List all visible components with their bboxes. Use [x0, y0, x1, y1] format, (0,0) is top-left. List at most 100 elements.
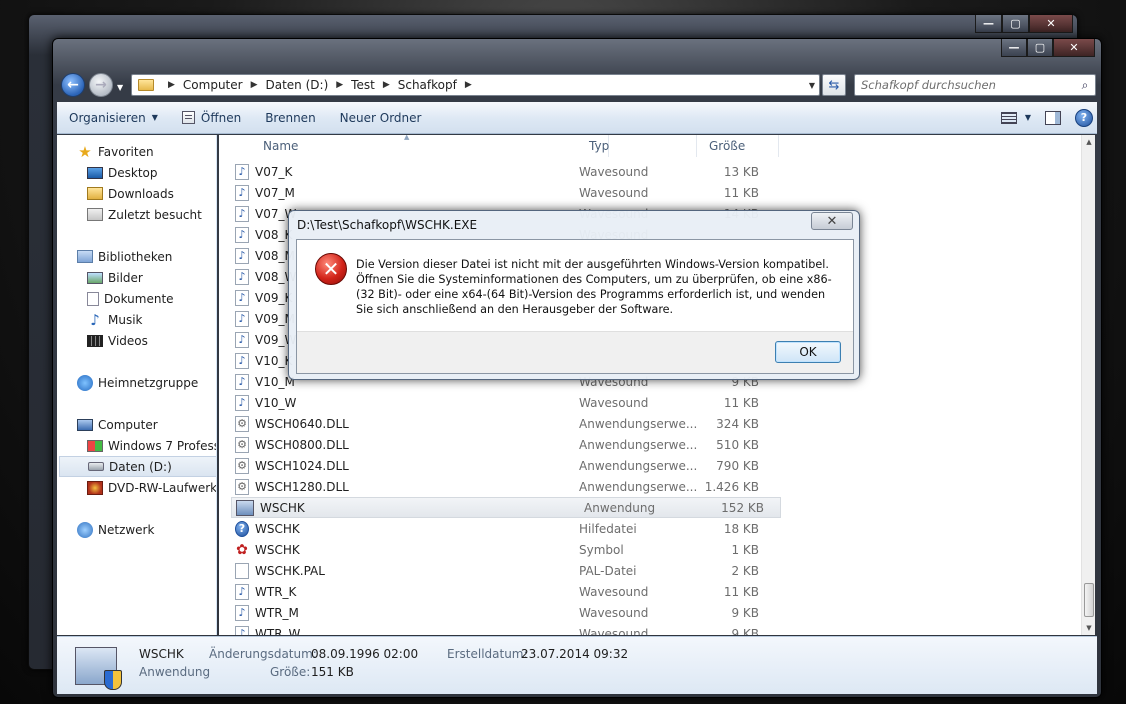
- scroll-down-icon[interactable]: ▼: [1082, 621, 1095, 635]
- application-large-icon: [75, 647, 122, 690]
- preview-pane-icon[interactable]: [1045, 110, 1061, 125]
- nav-label: Windows 7 Professio: [108, 438, 216, 453]
- column-header-name[interactable]: Name: [253, 135, 609, 157]
- music-file-icon: ♪: [235, 184, 249, 201]
- file-type: Wavesound: [579, 626, 649, 636]
- scroll-up-icon[interactable]: ▲: [1082, 135, 1095, 149]
- nav-documents[interactable]: Dokumente: [87, 288, 216, 309]
- file-row[interactable]: ♪ WTR_K Wavesound 11 KB: [231, 581, 781, 602]
- breadcrumb-data-drive[interactable]: Daten (D:): [266, 78, 329, 92]
- scrollbar-thumb[interactable]: [1084, 583, 1094, 617]
- file-size: 1.426 KB: [704, 479, 759, 494]
- chevron-right-icon[interactable]: ▶: [168, 80, 175, 90]
- nav-libraries[interactable]: Bibliotheken: [77, 246, 216, 267]
- breadcrumb-test[interactable]: Test: [351, 78, 375, 92]
- back-maximize-button[interactable]: ▢: [1002, 15, 1029, 33]
- nav-computer[interactable]: Computer: [77, 414, 216, 435]
- music-file-icon: ♪: [235, 205, 249, 222]
- close-button[interactable]: ✕: [1053, 39, 1095, 57]
- address-bar[interactable]: ▶ Computer ▶ Daten (D:) ▶ Test ▶ Schafko…: [131, 74, 820, 96]
- back-button[interactable]: ←: [61, 73, 85, 97]
- downloads-folder-icon: [87, 187, 103, 200]
- view-options-icon[interactable]: [1000, 111, 1017, 124]
- nav-desktop[interactable]: Desktop: [87, 162, 216, 183]
- nav-videos[interactable]: Videos: [87, 330, 216, 351]
- file-name: V10_W: [255, 395, 297, 410]
- chevron-right-icon[interactable]: ▶: [383, 80, 390, 90]
- refresh-button[interactable]: ⇆: [822, 74, 846, 96]
- minimize-button[interactable]: —: [1001, 39, 1027, 57]
- nav-label: Netzwerk: [98, 522, 155, 537]
- nav-downloads[interactable]: Downloads: [87, 183, 216, 204]
- file-row[interactable]: ⚙ WSCH0640.DLL Anwendungserwe... 324 KB: [231, 413, 781, 434]
- column-label: Name: [263, 139, 299, 153]
- ok-button[interactable]: OK: [775, 341, 841, 363]
- vertical-scrollbar[interactable]: ▲ ▼: [1081, 135, 1095, 635]
- chevron-down-icon[interactable]: ▼: [1025, 113, 1031, 122]
- chevron-right-icon[interactable]: ▶: [465, 80, 472, 90]
- burn-button[interactable]: Brennen: [253, 102, 327, 133]
- file-name: V07_K: [255, 164, 293, 179]
- back-close-button[interactable]: ✕: [1029, 15, 1073, 33]
- file-name: WSCHK: [255, 521, 300, 536]
- nav-label: Bilder: [108, 270, 143, 285]
- chevron-right-icon[interactable]: ▶: [251, 80, 258, 90]
- nav-recent[interactable]: Zuletzt besucht: [87, 204, 216, 225]
- file-row[interactable]: ⚙ WSCH0800.DLL Anwendungserwe... 510 KB: [231, 434, 781, 455]
- dialog-message: Die Version dieser Datei ist nicht mit d…: [356, 258, 832, 316]
- file-row[interactable]: WSCHK Anwendung 152 KB: [231, 497, 781, 518]
- nav-favorites[interactable]: ★ Favoriten: [77, 141, 216, 162]
- address-dropdown-icon[interactable]: ▼: [809, 81, 815, 90]
- file-size: 11 KB: [723, 395, 759, 410]
- details-created-label: Erstelldatum:: [447, 647, 528, 661]
- breadcrumb-computer[interactable]: Computer: [183, 78, 243, 92]
- file-size: 510 KB: [716, 437, 759, 452]
- file-row[interactable]: WSCHK.PAL PAL-Datei 2 KB: [231, 560, 781, 581]
- help-icon[interactable]: ?: [1075, 108, 1093, 127]
- file-row[interactable]: ♪ V10_W Wavesound 11 KB: [231, 392, 781, 413]
- nav-network[interactable]: Netzwerk: [77, 519, 216, 540]
- dialog-button-bar: OK: [297, 331, 853, 373]
- file-row[interactable]: ♪ V07_K Wavesound 13 KB: [231, 161, 781, 182]
- file-size: 11 KB: [723, 185, 759, 200]
- column-header-type[interactable]: Typ: [579, 135, 697, 157]
- dvd-drive-icon: [87, 480, 103, 495]
- details-created-value: 23.07.2014 09:32: [521, 647, 629, 661]
- breadcrumb-schafkopf[interactable]: Schafkopf: [398, 78, 457, 92]
- nav-data-drive[interactable]: Daten (D:): [59, 456, 216, 477]
- windows-drive-icon: [87, 439, 103, 452]
- file-row[interactable]: ? WSCHK Hilfedatei 18 KB: [231, 518, 781, 539]
- search-icon[interactable]: ⌕: [1075, 78, 1095, 93]
- nav-dvd-drive[interactable]: DVD-RW-Laufwerk (: [87, 477, 216, 498]
- chevron-right-icon[interactable]: ▶: [336, 80, 343, 90]
- dialog-close-button[interactable]: ✕: [811, 212, 853, 230]
- organize-button[interactable]: Organisieren ▼: [57, 102, 170, 133]
- details-modified-value: 08.09.1996 02:00: [311, 647, 419, 661]
- desktop-icon: [87, 166, 103, 179]
- column-header-size[interactable]: Größe: [699, 135, 779, 157]
- nav-homegroup[interactable]: Heimnetzgruppe: [77, 372, 216, 393]
- forward-button[interactable]: →: [89, 73, 113, 97]
- search-box[interactable]: ⌕: [854, 74, 1096, 96]
- file-row[interactable]: ♪ V07_M Wavesound 11 KB: [231, 182, 781, 203]
- file-row[interactable]: ♪ WTR_W Wavesound 9 KB: [231, 623, 781, 635]
- file-row[interactable]: ✿ WSCHK Symbol 1 KB: [231, 539, 781, 560]
- nav-pictures[interactable]: Bilder: [87, 267, 216, 288]
- search-input[interactable]: [861, 78, 1075, 92]
- file-row[interactable]: ⚙ WSCH1280.DLL Anwendungserwe... 1.426 KB: [231, 476, 781, 497]
- dll-file-icon: ⚙: [235, 478, 249, 495]
- new-folder-button[interactable]: Neuer Ordner: [328, 102, 434, 133]
- file-row[interactable]: ⚙ WSCH1024.DLL Anwendungserwe... 790 KB: [231, 455, 781, 476]
- arrow-right-icon: →: [95, 77, 107, 93]
- pictures-icon: [87, 271, 103, 284]
- open-button[interactable]: Öffnen: [170, 102, 253, 133]
- recent-pages-dropdown[interactable]: ▼: [117, 83, 123, 92]
- nav-label: Videos: [108, 333, 148, 348]
- maximize-button[interactable]: ▢: [1027, 39, 1053, 57]
- file-size: 2 KB: [731, 563, 759, 578]
- file-row[interactable]: ♪ WTR_M Wavesound 9 KB: [231, 602, 781, 623]
- nav-windows7-drive[interactable]: Windows 7 Professio: [87, 435, 216, 456]
- back-minimize-button[interactable]: —: [975, 15, 1002, 33]
- details-file-name: WSCHK: [139, 647, 184, 661]
- nav-music[interactable]: ♪ Musik: [87, 309, 216, 330]
